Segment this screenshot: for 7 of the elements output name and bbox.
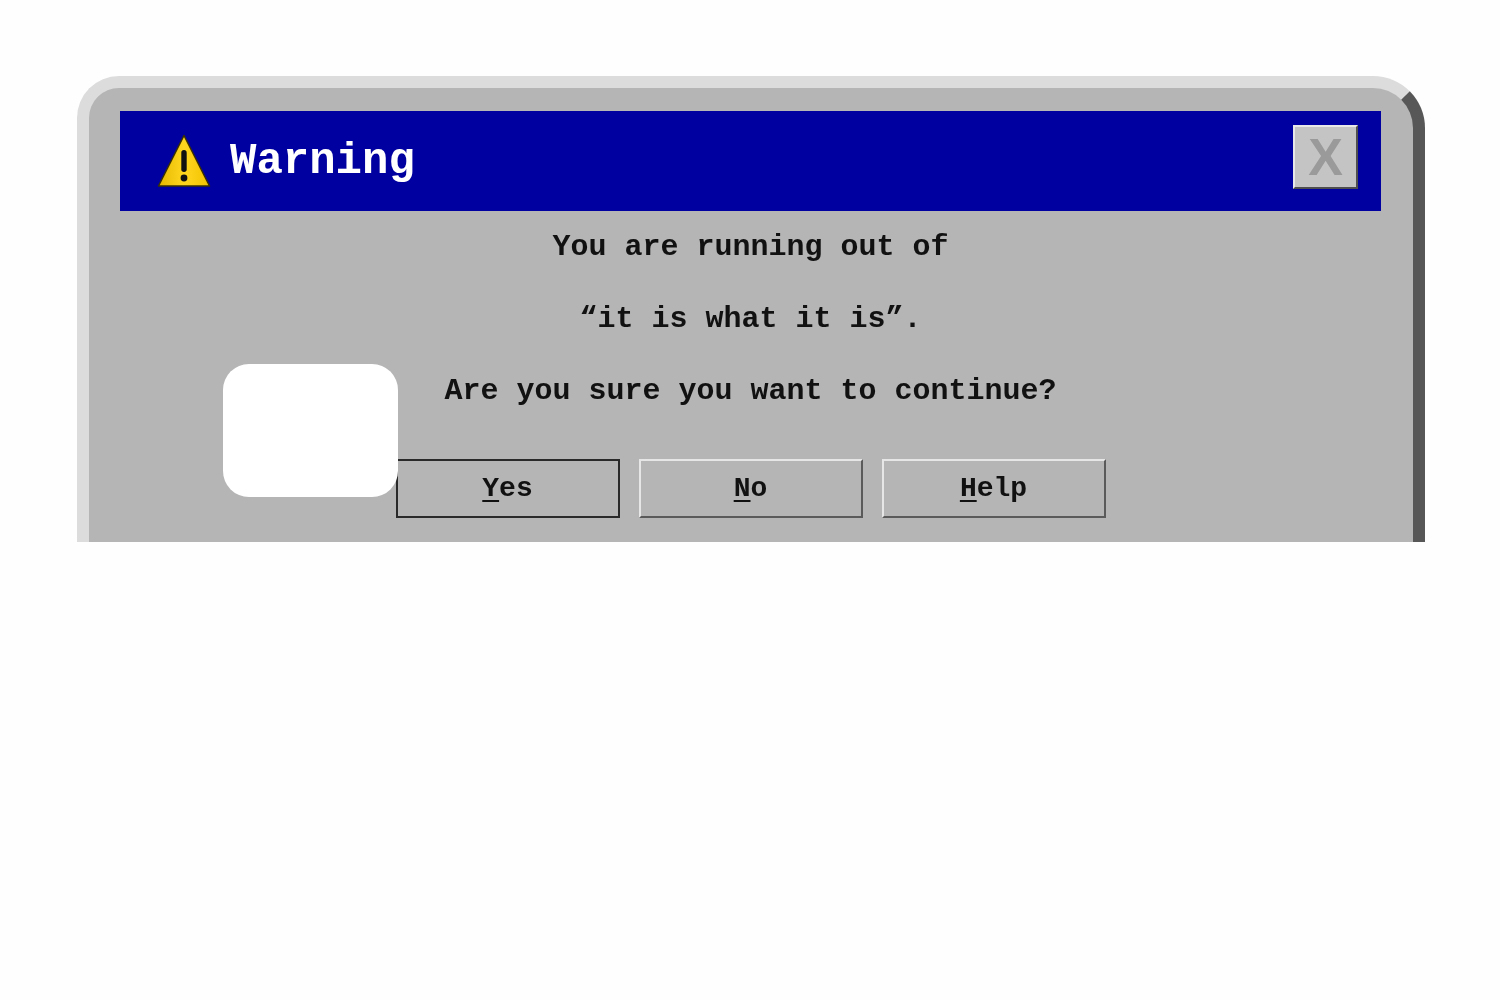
dialog-button[interactable]: No xyxy=(638,459,863,518)
dialog-button[interactable]: Yes xyxy=(395,459,620,518)
warning-message: You are running out of “it is what it is”. xyxy=(551,229,950,338)
window-title: Warning xyxy=(230,135,415,187)
confirmation-question: Are you sure you want to continue? xyxy=(444,373,1057,410)
dialog-button[interactable]: Help xyxy=(881,459,1106,518)
warning-icon xyxy=(157,134,211,188)
